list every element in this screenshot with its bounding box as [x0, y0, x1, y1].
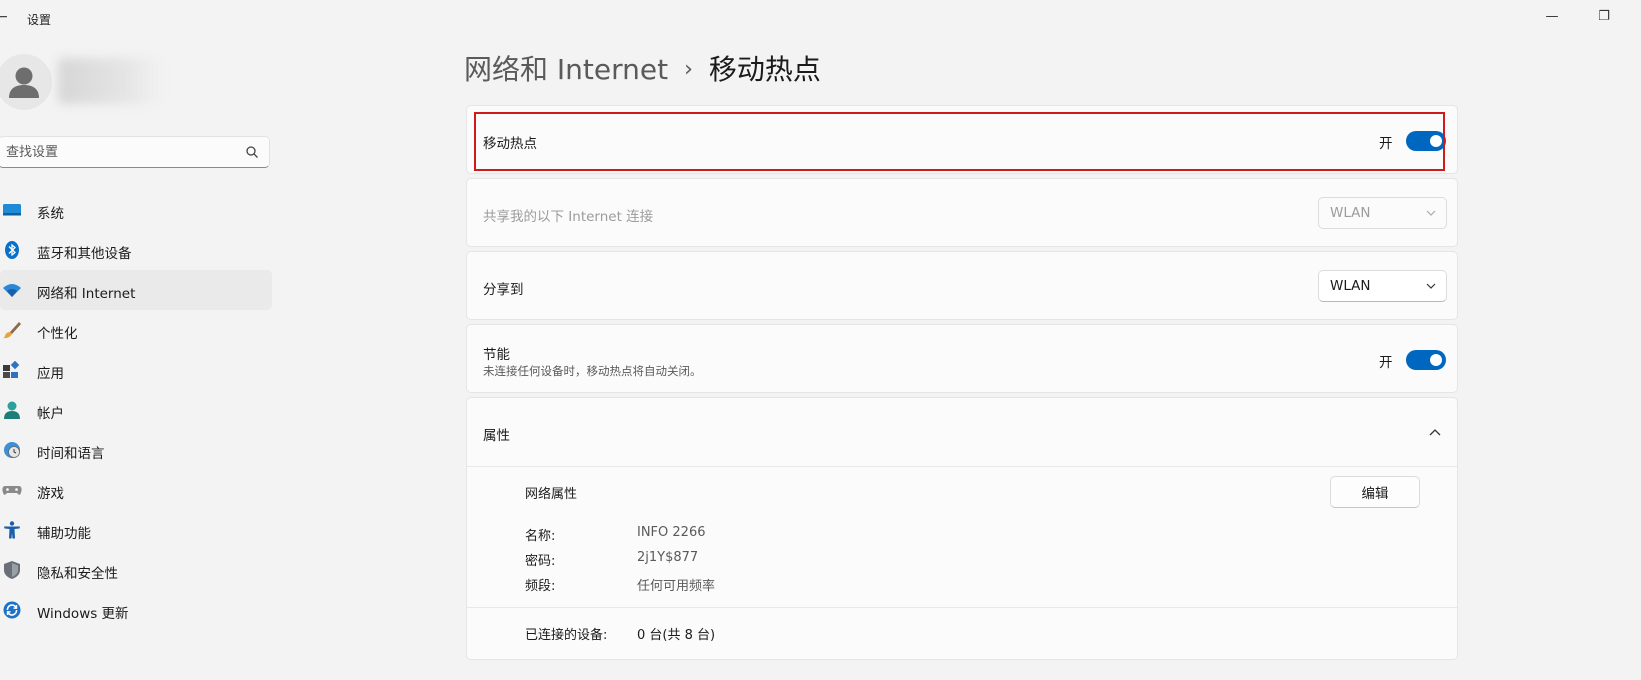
edit-button[interactable]: 编辑 — [1330, 476, 1420, 508]
sidebar-item-label: 时间和语言 — [37, 446, 105, 462]
sidebar-item-apps[interactable]: 应用 — [0, 350, 272, 390]
divider — [467, 466, 1457, 467]
sidebar-item-windows-update[interactable]: Windows 更新 — [0, 590, 272, 630]
breadcrumb: 网络和 Internet › 移动热点 — [464, 48, 821, 88]
person-avatar-icon — [9, 67, 39, 98]
sidebar-item-label: 帐户 — [37, 406, 64, 422]
toggle-knob — [1430, 354, 1442, 366]
share-to-value: WLAN — [1330, 278, 1371, 294]
clock-globe-icon — [4, 442, 20, 458]
user-name-blurred — [58, 58, 162, 104]
hotspot-label: 移动热点 — [483, 136, 537, 152]
hotspot-card: 移动热点 开 — [466, 105, 1458, 174]
power-saving-description: 未连接任何设备时，移动热点将自动关闭。 — [483, 364, 702, 378]
share-from-label: 共享我的以下 Internet 连接 — [483, 209, 654, 225]
chevron-up-icon[interactable] — [1429, 428, 1441, 436]
bluetooth-icon — [5, 241, 19, 259]
sidebar-item-personalization[interactable]: 个性化 — [0, 310, 272, 350]
sidebar-item-label: 游戏 — [37, 486, 64, 502]
sidebar-item-label: 蓝牙和其他设备 — [37, 246, 132, 262]
edit-button-label: 编辑 — [1361, 486, 1389, 502]
properties-header-label: 属性 — [483, 428, 510, 444]
sidebar-item-system[interactable]: 系统 — [0, 190, 272, 230]
band-field-value: 任何可用频率 — [637, 579, 716, 594]
sidebar-item-label: 隐私和安全性 — [37, 566, 118, 582]
minimize-button[interactable]: — — [1529, 2, 1575, 30]
sidebar-item-label: 应用 — [37, 366, 64, 382]
password-field-value: 2j1Y$877 — [637, 550, 699, 565]
sidebar-item-label: 系统 — [37, 206, 64, 222]
password-field-label: 密码: — [525, 554, 556, 569]
sidebar-item-gaming[interactable]: 游戏 — [0, 470, 272, 510]
search-input[interactable] — [6, 137, 236, 167]
sidebar-item-label: 辅助功能 — [37, 526, 91, 542]
share-from-dropdown[interactable]: WLAN — [1318, 197, 1447, 229]
sidebar-item-accessibility[interactable]: 辅助功能 — [0, 510, 272, 550]
restore-button[interactable]: ❐ — [1581, 2, 1627, 30]
network-properties-label: 网络属性 — [525, 487, 578, 502]
sidebar-item-label: 网络和 Internet — [37, 286, 136, 302]
brush-icon — [3, 322, 21, 339]
title-bar: ← 设置 — ❐ — [0, 0, 1641, 36]
hotspot-toggle[interactable] — [1406, 131, 1446, 151]
power-saving-state-label: 开 — [1379, 355, 1393, 371]
name-field-value: INFO 2266 — [637, 525, 706, 540]
apps-icon — [3, 361, 20, 378]
avatar[interactable] — [0, 54, 52, 110]
breadcrumb-parent[interactable]: 网络和 Internet — [464, 53, 668, 86]
connected-devices-value: 0 台(共 8 台) — [637, 628, 716, 643]
sidebar-item-label: 个性化 — [37, 326, 78, 342]
properties-header[interactable]: 属性 — [467, 398, 1457, 466]
name-field-label: 名称: — [525, 529, 556, 544]
monitor-icon — [3, 204, 21, 216]
sidebar-item-accounts[interactable]: 帐户 — [0, 390, 272, 430]
sidebar-item-network[interactable]: 网络和 Internet — [0, 270, 272, 310]
band-field-label: 频段: — [525, 579, 556, 594]
power-saving-toggle[interactable] — [1406, 350, 1446, 370]
sidebar-item-bluetooth[interactable]: 蓝牙和其他设备 — [0, 230, 272, 270]
toggle-knob — [1430, 135, 1442, 147]
accessibility-icon — [4, 521, 20, 539]
page-title: 移动热点 — [708, 53, 821, 86]
gamepad-icon — [2, 486, 22, 495]
sidebar-item-label: Windows 更新 — [37, 606, 129, 622]
search-box[interactable] — [0, 136, 270, 168]
chevron-down-icon — [1426, 283, 1436, 289]
chevron-right-icon: › — [684, 57, 693, 82]
chevron-down-icon — [1426, 210, 1436, 216]
sidebar-nav: 系统 蓝牙和其他设备 网络和 Internet 个性化 应用 帐户 时间和语言 … — [0, 190, 272, 630]
restore-icon: ❐ — [1598, 8, 1610, 24]
shield-icon — [4, 561, 20, 579]
back-arrow-icon[interactable]: ← — [0, 9, 8, 25]
connected-devices-label: 已连接的设备: — [525, 628, 608, 643]
person-icon — [4, 401, 20, 419]
hotspot-state-label: 开 — [1379, 136, 1393, 152]
search-icon[interactable] — [245, 145, 259, 159]
share-to-card: 分享到 WLAN — [466, 251, 1458, 320]
update-icon — [3, 601, 21, 619]
app-title: 设置 — [27, 13, 52, 27]
share-to-label: 分享到 — [483, 282, 524, 298]
sidebar-item-privacy[interactable]: 隐私和安全性 — [0, 550, 272, 590]
share-to-dropdown[interactable]: WLAN — [1318, 270, 1447, 302]
minimize-icon: — — [1545, 8, 1559, 24]
power-saving-card: 节能 未连接任何设备时，移动热点将自动关闭。 开 — [466, 324, 1458, 393]
wifi-icon — [3, 284, 21, 297]
share-from-value: WLAN — [1330, 205, 1371, 221]
share-from-card: 共享我的以下 Internet 连接 WLAN — [466, 178, 1458, 247]
divider — [467, 607, 1457, 608]
properties-card: 属性 网络属性 编辑 名称: INFO 2266 密码: 2j1Y$877 频段… — [466, 397, 1458, 660]
sidebar-item-time-language[interactable]: 时间和语言 — [0, 430, 272, 470]
power-saving-label: 节能 — [483, 347, 510, 363]
